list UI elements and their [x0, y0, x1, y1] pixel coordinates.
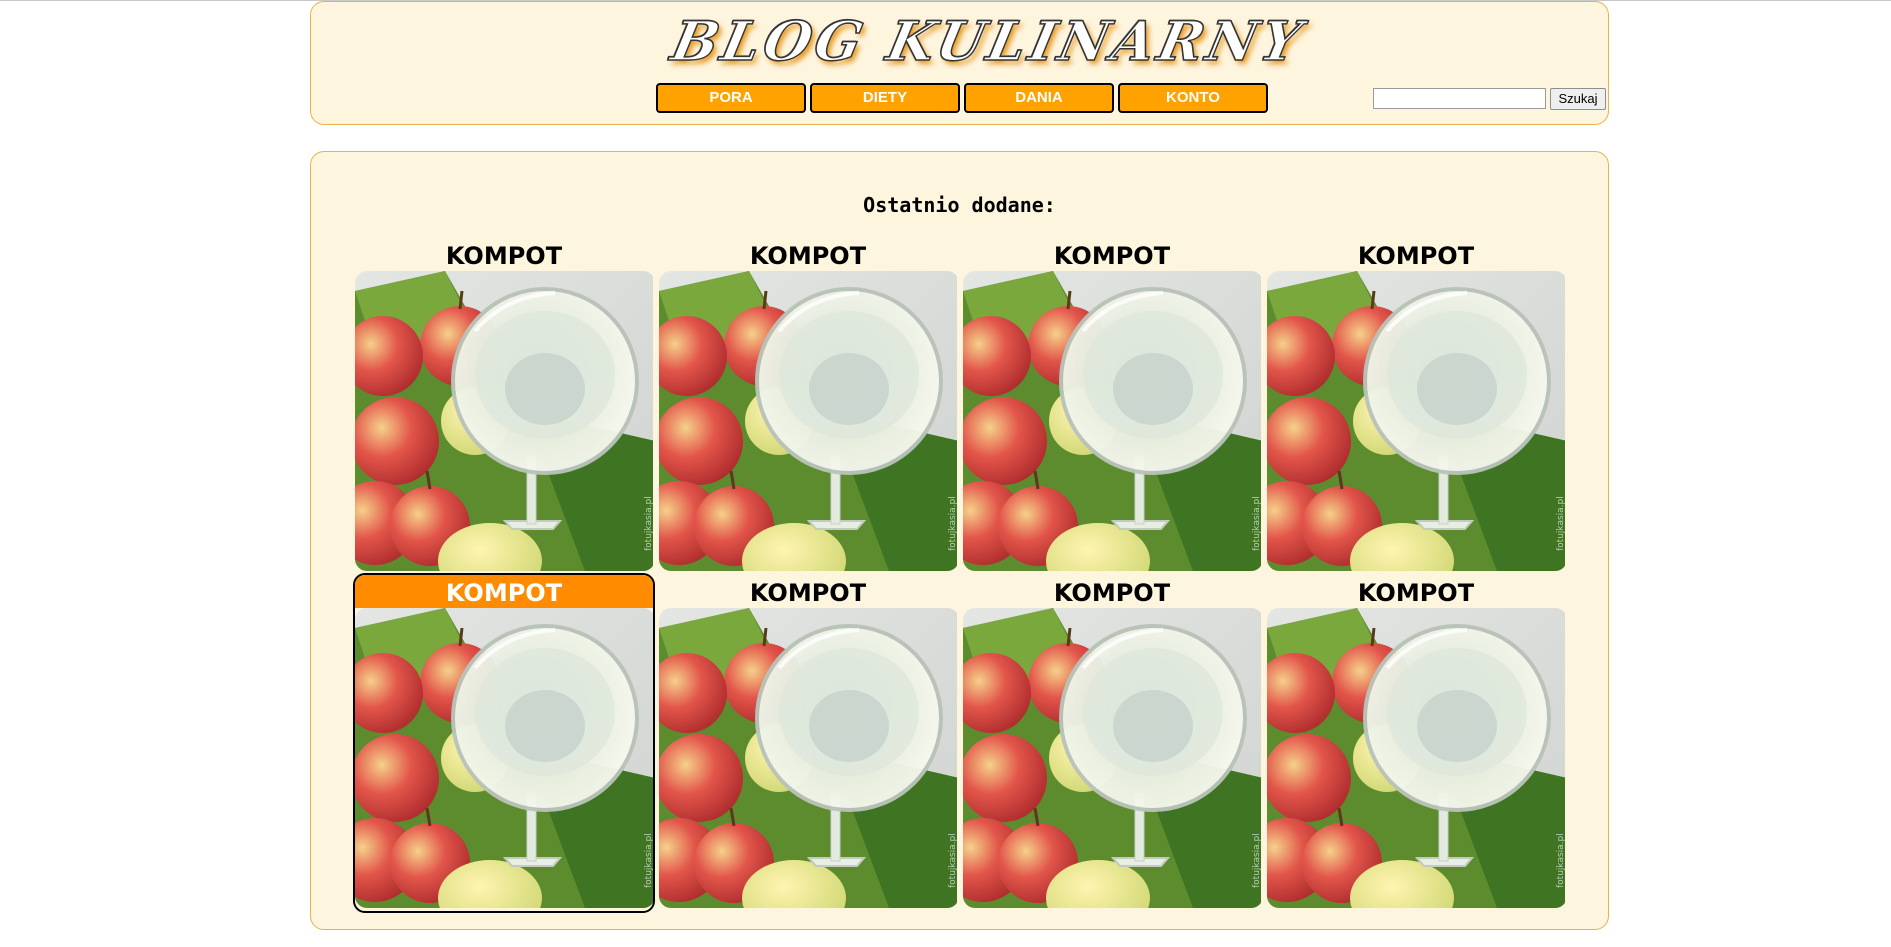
recipe-card[interactable]: KOMPOT fotujkasia.pl: [961, 236, 1263, 576]
search-button[interactable]: Szukaj: [1550, 88, 1606, 110]
nav-button-dania[interactable]: DANIA: [964, 83, 1114, 113]
header-panel: BLOG KULINARNY PORA DIETY DANIA KONTO Sz…: [310, 1, 1609, 125]
recipe-card[interactable]: KOMPOT fotujkasia.pl: [657, 573, 959, 913]
recipe-card-title[interactable]: KOMPOT: [963, 575, 1261, 608]
svg-text:fotujkasia.pl: fotujkasia.pl: [948, 833, 958, 888]
recipe-card-title[interactable]: KOMPOT: [355, 238, 653, 271]
kompot-photo-image[interactable]: fotujkasia.pl: [963, 271, 1262, 571]
recipe-card-title[interactable]: KOMPOT: [355, 575, 653, 608]
svg-text:fotujkasia.pl: fotujkasia.pl: [1556, 496, 1566, 551]
search-input[interactable]: [1373, 88, 1546, 109]
svg-text:fotujkasia.pl: fotujkasia.pl: [644, 496, 654, 551]
recipe-card[interactable]: KOMPOT fotujkasia.pl: [961, 573, 1263, 913]
kompot-photo-image[interactable]: fotujkasia.pl: [659, 608, 958, 908]
nav-button-konto[interactable]: KONTO: [1118, 83, 1268, 113]
recipe-card-title[interactable]: KOMPOT: [1267, 238, 1565, 271]
kompot-photo-image[interactable]: fotujkasia.pl: [963, 608, 1262, 908]
recipe-card-title[interactable]: KOMPOT: [659, 238, 957, 271]
recipe-card[interactable]: KOMPOT fotujkasia.pl: [353, 236, 655, 576]
svg-text:fotujkasia.pl: fotujkasia.pl: [1252, 496, 1262, 551]
recipe-card-title[interactable]: KOMPOT: [659, 575, 957, 608]
kompot-photo-image[interactable]: fotujkasia.pl: [1267, 608, 1566, 908]
recipe-card[interactable]: KOMPOT fotujkasia.pl: [353, 573, 655, 913]
nav-button-pora[interactable]: PORA: [656, 83, 806, 113]
kompot-photo-image[interactable]: fotujkasia.pl: [355, 271, 654, 571]
kompot-photo-image[interactable]: fotujkasia.pl: [1267, 271, 1566, 571]
recipe-card[interactable]: KOMPOT fotujkasia.pl: [1265, 573, 1567, 913]
recipe-card-title[interactable]: KOMPOT: [1267, 575, 1565, 608]
svg-text:fotujkasia.pl: fotujkasia.pl: [1252, 833, 1262, 888]
nav-button-diety[interactable]: DIETY: [810, 83, 960, 113]
svg-text:fotujkasia.pl: fotujkasia.pl: [948, 496, 958, 551]
section-title: Ostatnio dodane:: [863, 193, 1056, 217]
recent-posts-panel: Ostatnio dodane: KOMPOT fotujkasia.pl KO…: [310, 151, 1609, 930]
kompot-photo-image[interactable]: fotujkasia.pl: [355, 608, 654, 908]
recipe-card[interactable]: KOMPOT fotujkasia.pl: [657, 236, 959, 576]
recipe-card[interactable]: KOMPOT fotujkasia.pl: [1265, 236, 1567, 576]
svg-text:fotujkasia.pl: fotujkasia.pl: [1556, 833, 1566, 888]
kompot-photo-image[interactable]: fotujkasia.pl: [659, 271, 958, 571]
blog-logo[interactable]: BLOG KULINARNY: [665, 6, 1311, 76]
svg-text:fotujkasia.pl: fotujkasia.pl: [644, 833, 654, 888]
recipe-card-title[interactable]: KOMPOT: [963, 238, 1261, 271]
